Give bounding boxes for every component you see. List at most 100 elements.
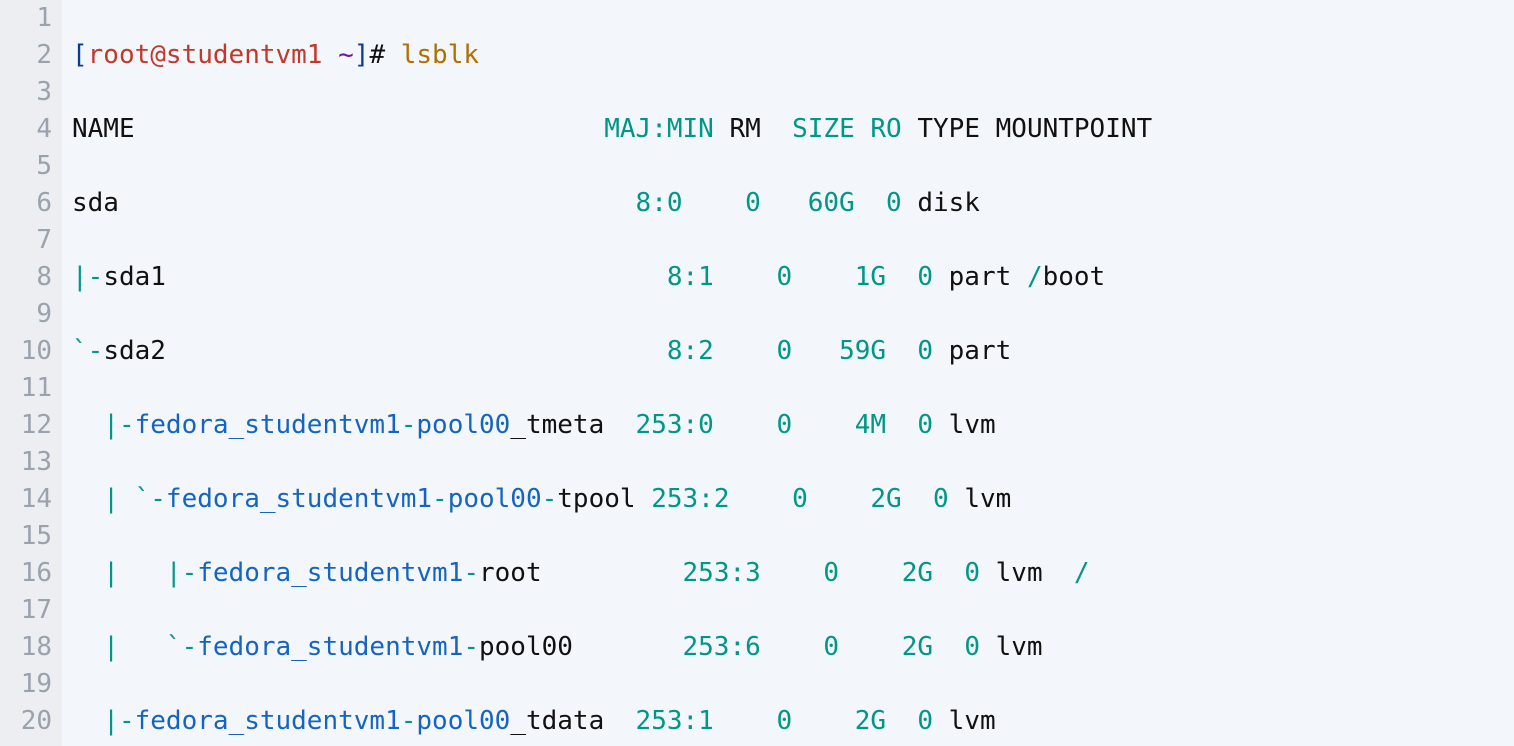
lv-name: pool00 <box>479 632 573 662</box>
lv-suffix: _tdata <box>510 706 604 736</box>
type: lvm <box>949 706 996 736</box>
rm: 0 <box>776 336 792 366</box>
ro: 0 <box>964 558 980 588</box>
lsblk-row: `-sda2 8:2 0 59G 0 part <box>72 333 1514 370</box>
line-number: 9 <box>0 296 52 333</box>
lv-pool: pool00 <box>416 410 510 440</box>
dash: - <box>463 632 479 662</box>
hdr-rm: RM <box>729 114 760 144</box>
lsblk-row: | `-fedora_studentvm1-pool00 253:6 0 2G … <box>72 629 1514 666</box>
space <box>322 40 338 70</box>
hdr-maj: MAJ <box>604 114 651 144</box>
hdr-colon: : <box>651 114 667 144</box>
vg-name: fedora_studentvm1 <box>197 558 463 588</box>
mount-slash: / <box>1027 262 1043 292</box>
size: 2G <box>902 558 933 588</box>
maj: 8 <box>667 262 683 292</box>
cwd-tilde: ~ <box>338 40 354 70</box>
dev-name: sda <box>72 188 119 218</box>
type: lvm <box>949 410 996 440</box>
lv-pool: pool00 <box>416 706 510 736</box>
mount: boot <box>1043 262 1106 292</box>
lsblk-row: |-fedora_studentvm1-pool00_tmeta 253:0 0… <box>72 407 1514 444</box>
line-number: 13 <box>0 444 52 481</box>
vg-name: fedora_studentvm1 <box>135 410 401 440</box>
lv-pool: pool00 <box>448 484 542 514</box>
maj: 253 <box>651 484 698 514</box>
ro: 0 <box>917 410 933 440</box>
line-number: 12 <box>0 407 52 444</box>
dash: - <box>432 484 448 514</box>
prompt-line: [root@studentvm1 ~]# lsblk <box>72 37 1514 74</box>
ro: 0 <box>917 706 933 736</box>
line-number: 18 <box>0 629 52 666</box>
line-number: 16 <box>0 555 52 592</box>
bracket-open: [ <box>72 40 88 70</box>
maj: 8 <box>667 336 683 366</box>
maj: 253 <box>683 632 730 662</box>
dash: - <box>401 410 417 440</box>
min: 6 <box>745 632 761 662</box>
line-number: 14 <box>0 481 52 518</box>
line-number: 19 <box>0 666 52 703</box>
ro: 0 <box>964 632 980 662</box>
line-number: 6 <box>0 185 52 222</box>
line-number: 20 <box>0 703 52 740</box>
rm: 0 <box>745 188 761 218</box>
lsblk-header: NAME MAJ:MIN RM SIZE RO TYPE MOUNTPOINT <box>72 111 1514 148</box>
min: 3 <box>745 558 761 588</box>
size: 60G <box>808 188 855 218</box>
min: 0 <box>667 188 683 218</box>
line-number: 1 <box>0 0 52 37</box>
colon: : <box>651 188 667 218</box>
type: part <box>949 262 1012 292</box>
dash: - <box>542 484 558 514</box>
min: 1 <box>698 262 714 292</box>
hdr-ro: RO <box>870 114 901 144</box>
code-area[interactable]: [root@studentvm1 ~]# lsblk NAME MAJ:MIN … <box>62 0 1514 746</box>
dev-name: sda1 <box>103 262 166 292</box>
ro: 0 <box>917 336 933 366</box>
size: 59G <box>839 336 886 366</box>
type: part <box>949 336 1012 366</box>
hdr-min: MIN <box>667 114 714 144</box>
maj: 8 <box>636 188 652 218</box>
ro: 0 <box>917 262 933 292</box>
hdr-size: SIZE <box>792 114 855 144</box>
prompt-hash: # <box>369 40 385 70</box>
type: disk <box>917 188 980 218</box>
rm: 0 <box>792 484 808 514</box>
tree-icon: |- <box>72 410 135 440</box>
hdr-type: TYPE <box>917 114 980 144</box>
user-host: root@studentvm1 <box>88 40 323 70</box>
tree-icon: |- <box>72 262 103 292</box>
ro: 0 <box>933 484 949 514</box>
dash: - <box>401 706 417 736</box>
line-number: 15 <box>0 518 52 555</box>
min: 0 <box>698 410 714 440</box>
lv-suffix: tpool <box>557 484 635 514</box>
size: 4M <box>855 410 886 440</box>
dev-name: sda2 <box>103 336 166 366</box>
type: lvm <box>996 632 1043 662</box>
line-number: 10 <box>0 333 52 370</box>
type: lvm <box>964 484 1011 514</box>
rm: 0 <box>776 706 792 736</box>
lsblk-row: |-sda1 8:1 0 1G 0 part /boot <box>72 259 1514 296</box>
vg-name: fedora_studentvm1 <box>197 632 463 662</box>
min: 1 <box>698 706 714 736</box>
dash: - <box>463 558 479 588</box>
lv-suffix: _tmeta <box>510 410 604 440</box>
hdr-name: NAME <box>72 114 135 144</box>
rm: 0 <box>823 558 839 588</box>
tree-icon: |- <box>72 706 135 736</box>
ro: 0 <box>886 188 902 218</box>
size: 2G <box>902 632 933 662</box>
rm: 0 <box>823 632 839 662</box>
line-number: 3 <box>0 74 52 111</box>
maj: 253 <box>636 410 683 440</box>
lsblk-row: sda 8:0 0 60G 0 disk <box>72 185 1514 222</box>
line-number: 7 <box>0 222 52 259</box>
rm: 0 <box>776 262 792 292</box>
code-editor: 1 2 3 4 5 6 7 8 9 10 11 12 13 14 15 16 1… <box>0 0 1514 746</box>
